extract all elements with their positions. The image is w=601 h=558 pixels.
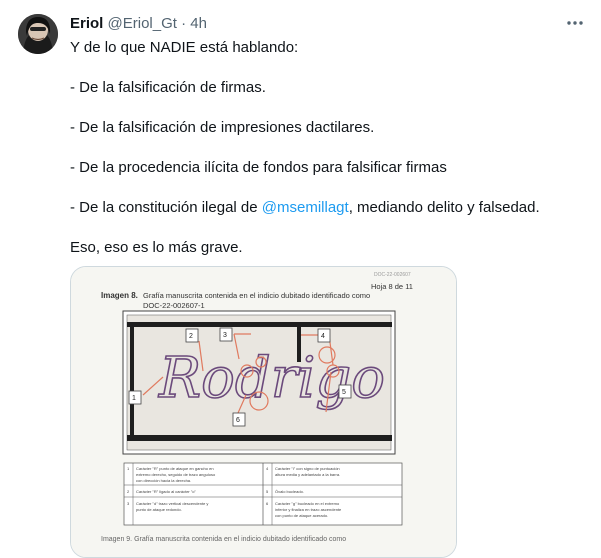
tweet-text: Y de lo que NADIE está hablando: - De la… (70, 38, 590, 258)
marker-5: 5 (342, 389, 346, 396)
table-cell: Carácter "R" ligado al carácter "o" (136, 489, 197, 494)
tweet-line: Eso, eso es lo más grave. (70, 239, 243, 256)
marker-2: 2 (189, 333, 193, 340)
marker-3: 3 (223, 332, 227, 339)
tweet: Eriol @Eriol_Gt · 4h Y de lo que NADIE e… (0, 0, 601, 558)
document-scan: DOC-22-002607 Hoja 8 de 11 Imagen 8. Gra… (71, 267, 456, 557)
table-cell: Carácter "R" punto de ataque en gancho e… (136, 466, 214, 471)
marker-1: 1 (132, 395, 136, 402)
signature-text: Rodrigo (158, 346, 385, 411)
tweet-time[interactable]: 4h (190, 15, 207, 32)
tweet-media-image[interactable]: DOC-22-002607 Hoja 8 de 11 Imagen 8. Gra… (70, 266, 457, 558)
tweet-line: Y de lo que NADIE está hablando: (70, 39, 299, 56)
signature-photo: Rodrigo (122, 310, 396, 455)
tweet-text-segment: , mediando delito y falsedad. (348, 199, 540, 216)
table-cell: altura media y adelantado a la barra. (275, 472, 340, 477)
marker-4: 4 (321, 333, 325, 340)
avatar-portrait-icon (18, 14, 58, 54)
table-cell: punto de ataque redondo. (136, 507, 182, 512)
table-cell: extremo derecho, seguido de trazo angulo… (136, 472, 216, 477)
tweet-header: Eriol @Eriol_Gt · 4h (70, 14, 207, 34)
figure-caption: Grafía manuscrita contenida en el indici… (143, 291, 370, 300)
description-table: 1 Carácter "R" punto de ataque en gancho… (123, 462, 403, 526)
figure-code: DOC-22-002607-1 (143, 301, 205, 310)
table-cell: con punto de ataque acerado. (275, 513, 328, 518)
tweet-text-segment: - De la constitución ilegal de (70, 199, 262, 216)
mention-link[interactable]: @msemillagt (262, 199, 349, 216)
header-separator: · (181, 15, 187, 32)
table-cell: inferior y finaliza en trazo ascendente (275, 507, 342, 512)
doc-reference: DOC-22-002607 (374, 272, 411, 278)
table-cell: con dirección hacia la derecha. (136, 478, 191, 483)
tweet-line: - De la falsificación de impresiones dac… (70, 119, 375, 136)
tweet-line: - De la procedencia ilícita de fondos pa… (70, 159, 447, 176)
marker-6: 6 (236, 417, 240, 424)
table-cell: Óvalo bucleado. (275, 489, 304, 494)
tweet-line: - De la falsificación de firmas. (70, 79, 266, 96)
table-cell: Carácter "g" bucleado en el extremo (275, 501, 340, 506)
page-number: Hoja 8 de 11 (371, 282, 413, 291)
table-cell: Carácter "d" trazo vertical descendente … (136, 501, 208, 506)
author-handle[interactable]: @Eriol_Gt (108, 15, 177, 32)
more-horizontal-icon (567, 21, 583, 25)
table-cell: Carácter "i" con signo de puntuación (275, 466, 340, 471)
author-name[interactable]: Eriol (70, 15, 103, 32)
avatar[interactable] (18, 14, 58, 54)
tweet-line-mention: - De la constitución ilegal de @msemilla… (70, 198, 590, 218)
more-options-button[interactable] (560, 12, 590, 34)
figure-label: Imagen 8. (101, 291, 138, 300)
next-figure-caption: Imagen 9. Grafía manuscrita contenida en… (101, 536, 346, 543)
